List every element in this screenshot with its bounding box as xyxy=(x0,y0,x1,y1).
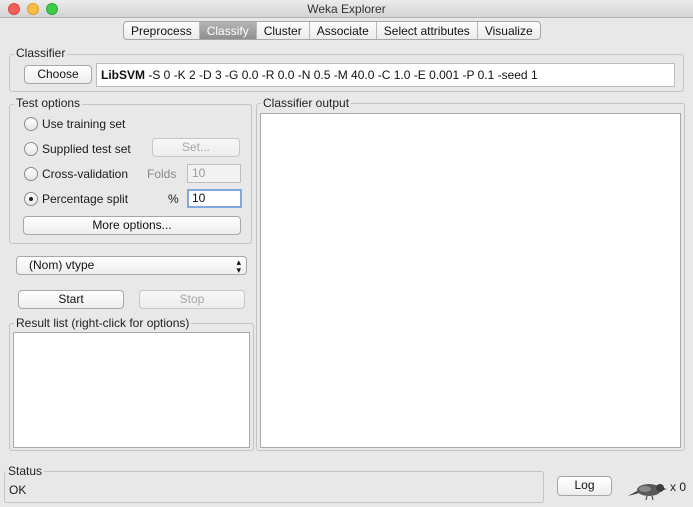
window-titlebar: Weka Explorer xyxy=(0,0,693,18)
tab-visualize[interactable]: Visualize xyxy=(478,22,540,39)
use-training-set-label: Use training set xyxy=(42,117,126,131)
weka-bird-icon xyxy=(627,480,667,501)
tab-cluster[interactable]: Cluster xyxy=(257,22,310,39)
updown-arrows-icon: ▴ ▾ xyxy=(236,257,241,275)
use-training-set-option[interactable]: Use training set xyxy=(24,116,125,132)
main-tab-bar: Preprocess Classify Cluster Associate Se… xyxy=(123,21,541,40)
folds-input[interactable]: 10 xyxy=(187,164,241,183)
tab-select-attributes[interactable]: Select attributes xyxy=(377,22,478,39)
use-training-set-radio[interactable] xyxy=(24,117,38,131)
percent-label: % xyxy=(168,192,179,206)
stop-button[interactable]: Stop xyxy=(139,290,245,309)
tab-preprocess[interactable]: Preprocess xyxy=(124,22,200,39)
task-count: x 0 xyxy=(670,480,687,494)
minimize-window-button[interactable] xyxy=(27,3,39,15)
class-attribute-value: (Nom) vtype xyxy=(29,258,95,272)
supplied-test-set-label: Supplied test set xyxy=(42,142,131,156)
classifier-options: -S 0 -K 2 -D 3 -G 0.0 -R 0.0 -N 0.5 -M 4… xyxy=(148,68,538,82)
test-options-group-label: Test options xyxy=(14,96,83,110)
cross-validation-radio[interactable] xyxy=(24,167,38,181)
classifier-output-label: Classifier output xyxy=(261,96,352,110)
result-list-label: Result list (right-click for options) xyxy=(14,316,192,330)
cross-validation-option[interactable]: Cross-validation xyxy=(24,166,128,182)
tab-associate[interactable]: Associate xyxy=(310,22,377,39)
classifier-output-area[interactable] xyxy=(260,113,681,448)
classifier-config-field[interactable]: LibSVM -S 0 -K 2 -D 3 -G 0.0 -R 0.0 -N 0… xyxy=(96,63,675,87)
status-group-label: Status xyxy=(6,464,45,478)
percentage-split-radio[interactable] xyxy=(24,192,38,206)
percentage-split-label: Percentage split xyxy=(42,192,129,206)
classifier-group-label: Classifier xyxy=(14,46,68,60)
result-list-box[interactable] xyxy=(13,332,250,448)
more-options-button[interactable]: More options... xyxy=(23,216,241,235)
tab-classify[interactable]: Classify xyxy=(199,22,257,39)
cross-validation-label: Cross-validation xyxy=(42,167,129,181)
start-button[interactable]: Start xyxy=(18,290,124,309)
status-group xyxy=(4,471,544,503)
set-test-set-button[interactable]: Set... xyxy=(152,138,240,157)
status-text: OK xyxy=(9,483,27,497)
classifier-name: LibSVM xyxy=(101,68,145,82)
folds-label: Folds xyxy=(147,167,177,181)
supplied-test-set-radio[interactable] xyxy=(24,142,38,156)
percentage-split-option[interactable]: Percentage split xyxy=(24,191,128,207)
choose-classifier-button[interactable]: Choose xyxy=(24,65,92,84)
supplied-test-set-option[interactable]: Supplied test set xyxy=(24,141,131,157)
percentage-split-input[interactable]: 10 xyxy=(187,189,242,208)
class-attribute-select[interactable]: (Nom) vtype ▴ ▾ xyxy=(16,256,247,275)
zoom-window-button[interactable] xyxy=(46,3,58,15)
log-button[interactable]: Log xyxy=(557,476,612,496)
close-window-button[interactable] xyxy=(8,3,20,15)
window-title: Weka Explorer xyxy=(307,2,386,16)
